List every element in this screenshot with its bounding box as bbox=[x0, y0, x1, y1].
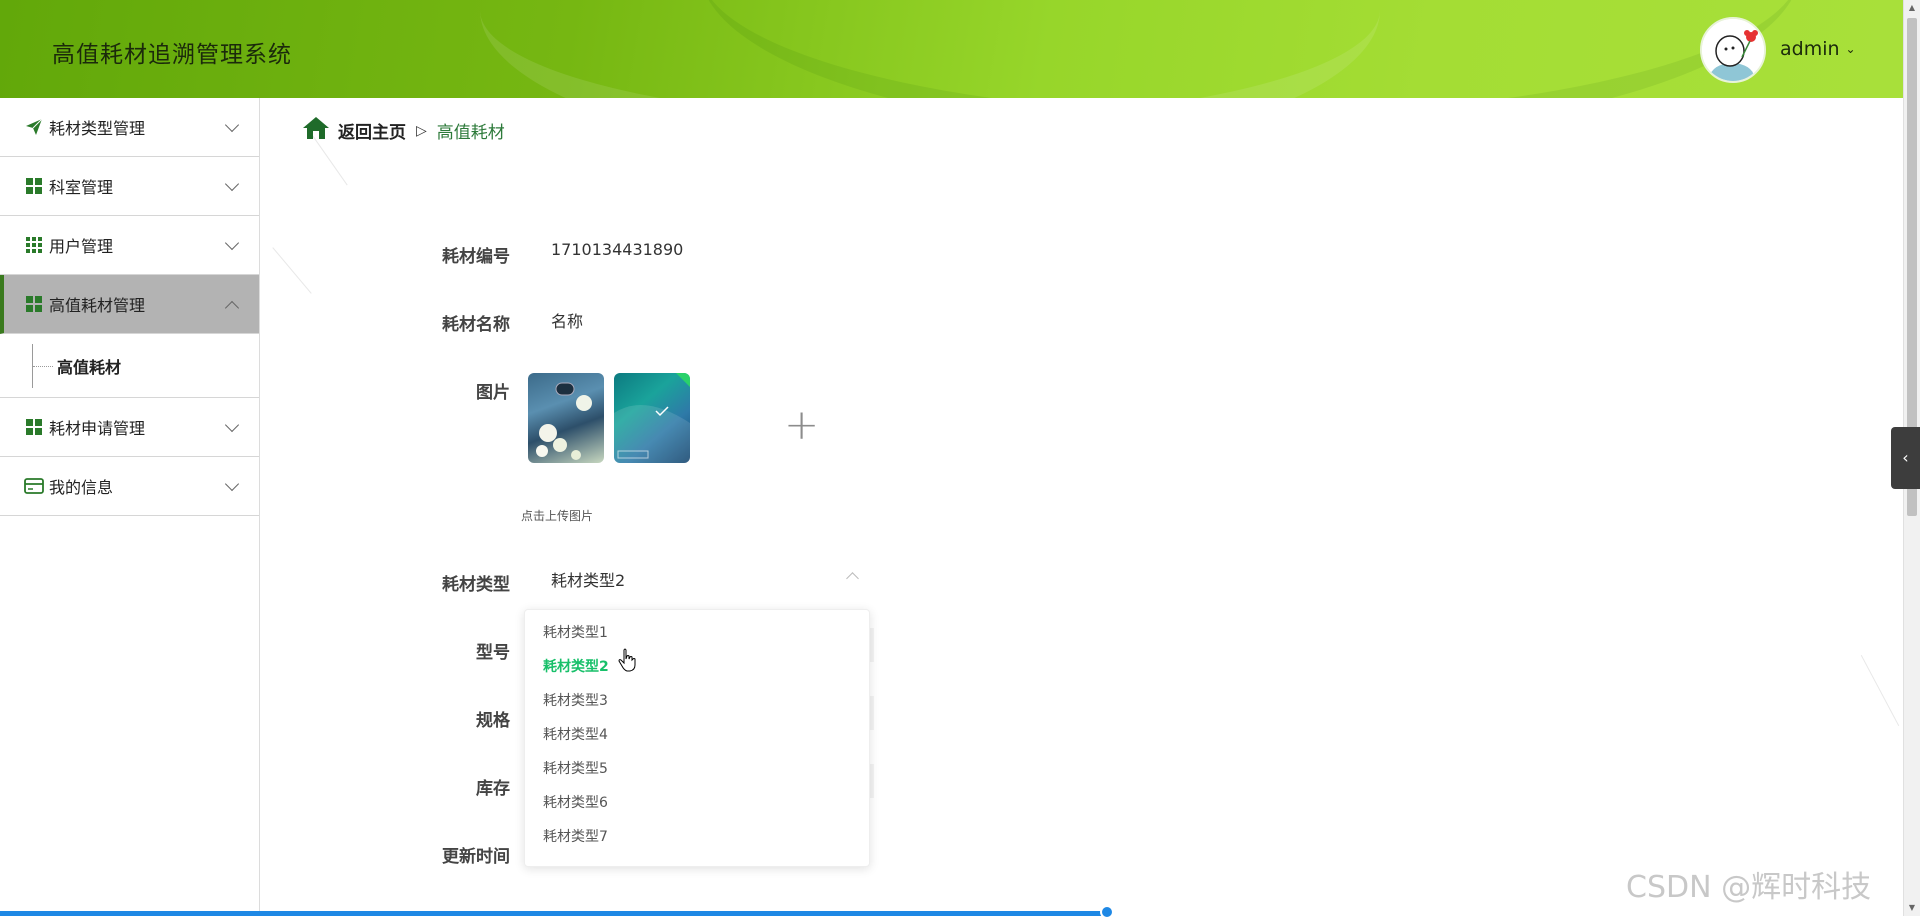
breadcrumb-separator-icon: ▷ bbox=[416, 122, 427, 139]
header-bar: 高值耗材追溯管理系统 admin ⌄ bbox=[0, 0, 1903, 98]
chevron-down-icon bbox=[224, 417, 240, 433]
sidebar-item-department[interactable]: 科室管理 bbox=[0, 157, 259, 216]
dropdown-option[interactable]: 耗材类型6 bbox=[525, 786, 869, 820]
sidebar-subitem-high-value-material[interactable]: 高值耗材 bbox=[0, 334, 259, 398]
code-value: 1710134431890 bbox=[551, 240, 684, 259]
breadcrumb-home-link[interactable]: 返回主页 bbox=[338, 118, 406, 143]
image-label: 图片 bbox=[476, 383, 510, 403]
update-time-label: 更新时间 bbox=[442, 847, 510, 867]
chevron-down-icon bbox=[224, 117, 240, 133]
image-list bbox=[528, 373, 690, 463]
dropdown-option[interactable]: 耗材类型4 bbox=[525, 718, 869, 752]
home-icon[interactable] bbox=[302, 116, 330, 145]
chevron-down-icon bbox=[224, 235, 240, 251]
grid-icon bbox=[24, 294, 44, 314]
dropdown-option[interactable]: 耗材类型1 bbox=[525, 616, 869, 650]
code-label: 耗材编号 bbox=[442, 247, 510, 267]
dropdown-option[interactable]: 耗材类型3 bbox=[525, 684, 869, 718]
breadcrumb: 返回主页 ▷ 高值耗材 bbox=[302, 116, 505, 145]
avatar[interactable] bbox=[1700, 17, 1766, 83]
upload-tip: 点击上传图片 bbox=[521, 509, 594, 523]
dropdown-option[interactable]: 耗材类型5 bbox=[525, 752, 869, 786]
app-title: 高值耗材追溯管理系统 bbox=[52, 42, 292, 68]
sidebar-item-my-info[interactable]: 我的信息 bbox=[0, 457, 259, 516]
card-icon bbox=[24, 476, 44, 496]
username: admin bbox=[1780, 38, 1840, 60]
type-select[interactable]: 耗材类型2 bbox=[551, 567, 625, 591]
chevron-up-icon bbox=[224, 300, 240, 316]
sidebar-item-users[interactable]: 用户管理 bbox=[0, 216, 259, 275]
add-image-button[interactable]: + bbox=[784, 400, 819, 449]
dropdown-option[interactable]: 耗材类型7 bbox=[525, 820, 869, 854]
paper-plane-icon bbox=[24, 117, 44, 137]
watermark: CSDN @辉时科技 bbox=[1626, 870, 1872, 905]
sidebar-item-application[interactable]: 耗材申请管理 bbox=[0, 398, 259, 457]
type-dropdown: 耗材类型1 耗材类型2 耗材类型3 耗材类型4 耗材类型5 耗材类型6 耗材类型… bbox=[524, 609, 870, 867]
hand-cursor-icon bbox=[618, 648, 638, 676]
background-decoration bbox=[1860, 654, 1900, 727]
chevron-down-icon: ⌄ bbox=[1845, 42, 1856, 56]
sidebar: 耗材类型管理 科室管理 用户管理 高值耗材管理 高值耗材 耗材申请管理 我的信息 bbox=[0, 98, 260, 916]
scroll-down-icon[interactable]: ▼ bbox=[1904, 900, 1920, 916]
sidebar-item-material-type[interactable]: 耗材类型管理 bbox=[0, 98, 259, 157]
name-label: 耗材名称 bbox=[442, 315, 510, 335]
avatar-icon bbox=[1702, 19, 1764, 81]
chevron-up-icon[interactable] bbox=[846, 572, 859, 585]
background-decoration bbox=[272, 247, 312, 294]
scroll-up-icon[interactable]: ▲ bbox=[1904, 0, 1920, 16]
header-decoration bbox=[700, 0, 1800, 98]
scroll-handle[interactable] bbox=[1100, 905, 1114, 919]
uploaded-image[interactable] bbox=[614, 373, 690, 463]
grid-icon bbox=[24, 176, 44, 196]
sidebar-item-high-value[interactable]: 高值耗材管理 bbox=[0, 275, 259, 334]
model-label: 型号 bbox=[476, 643, 510, 663]
grid-icon bbox=[24, 417, 44, 437]
name-input[interactable]: 名称 bbox=[551, 308, 583, 332]
stock-label: 库存 bbox=[476, 779, 510, 799]
spec-label: 规格 bbox=[476, 711, 510, 731]
tree-line bbox=[33, 366, 53, 367]
type-label: 耗材类型 bbox=[442, 575, 510, 595]
chevron-left-icon: ‹ bbox=[1902, 448, 1909, 467]
user-menu[interactable]: admin ⌄ bbox=[1780, 38, 1856, 60]
dropdown-option-selected[interactable]: 耗材类型2 bbox=[525, 650, 869, 684]
chevron-down-icon bbox=[224, 176, 240, 192]
side-panel-toggle[interactable]: ‹ bbox=[1891, 427, 1920, 489]
chevron-down-icon bbox=[224, 476, 240, 492]
horizontal-scroll-bar[interactable] bbox=[0, 911, 1110, 916]
apps-grid-icon bbox=[24, 235, 44, 255]
uploaded-image[interactable] bbox=[528, 373, 604, 463]
breadcrumb-current: 高值耗材 bbox=[436, 123, 505, 143]
